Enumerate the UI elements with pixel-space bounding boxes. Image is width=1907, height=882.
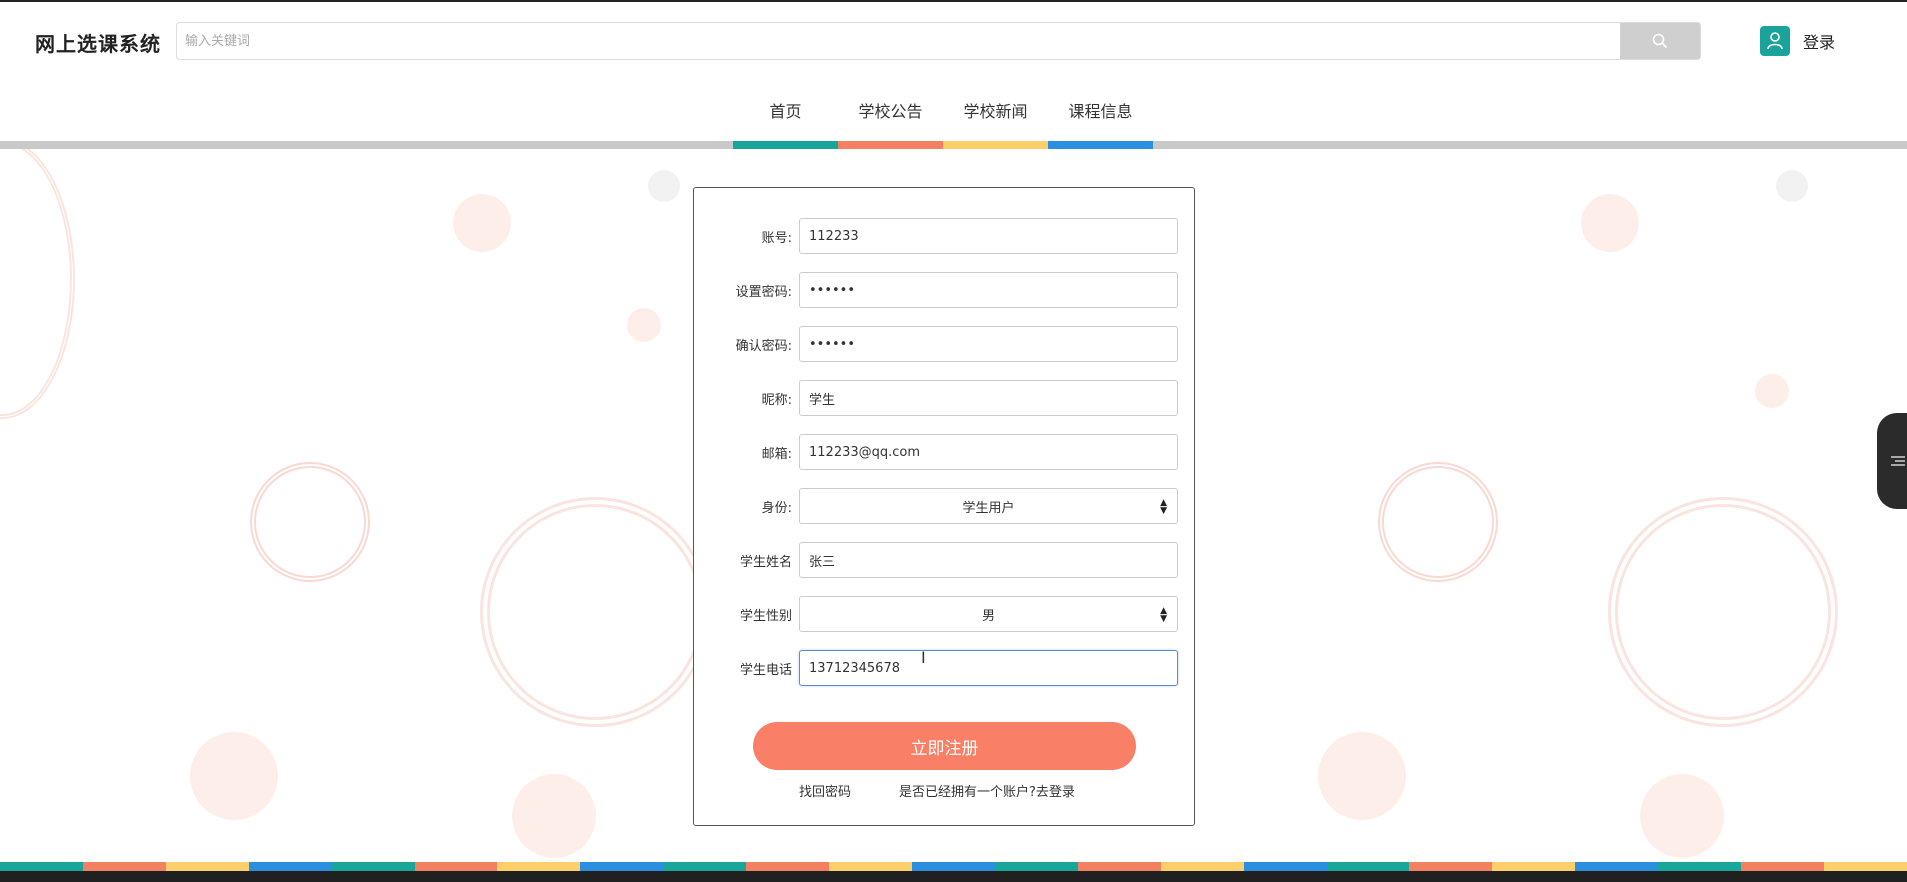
role-label: 身份: <box>761 501 792 516</box>
main-nav: 首页 学校公告 学校新闻 课程信息 <box>0 98 1907 142</box>
nav-underline-home <box>733 141 838 149</box>
decor-ring <box>0 149 75 419</box>
gender-select-value: 男 <box>981 608 995 624</box>
role-select[interactable]: 学生用户 ▲ ▼ <box>799 488 1178 524</box>
search-input[interactable] <box>177 23 1638 59</box>
select-arrows-icon: ▲ ▼ <box>1160 606 1167 624</box>
email-input[interactable] <box>799 434 1178 470</box>
decor-circle <box>627 308 661 342</box>
form-row-gender: 学生性别 男 ▲ ▼ <box>694 596 1194 632</box>
decor-circle <box>453 194 511 252</box>
confirm-password-input[interactable] <box>799 326 1178 362</box>
form-row-student-name: 学生姓名 <box>694 542 1194 578</box>
decor-circle <box>1581 194 1639 252</box>
phone-label: 学生电话 <box>739 663 792 678</box>
nav-announcements[interactable]: 学校公告 <box>838 98 943 122</box>
go-login-link[interactable]: 是否已经拥有一个账户?去登录 <box>899 781 1075 800</box>
list-icon <box>1891 456 1905 466</box>
nav-underline-announcements <box>838 141 943 149</box>
nickname-input[interactable] <box>799 380 1178 416</box>
login-link[interactable]: 登录 <box>1803 29 1835 53</box>
decor-circle <box>190 732 278 820</box>
password-input[interactable] <box>799 272 1178 308</box>
password-label: 设置密码: <box>735 285 792 300</box>
gender-select[interactable]: 男 ▲ ▼ <box>799 596 1178 632</box>
confirm-password-label: 确认密码: <box>735 339 792 354</box>
nickname-label: 昵称: <box>761 393 792 408</box>
register-button[interactable]: 立即注册 <box>753 722 1136 770</box>
header: 网上选课系统 登录 首页 学校公告 学校新闻 课程信息 <box>0 2 1907 142</box>
form-row-confirm-password: 确认密码: <box>694 326 1194 362</box>
student-name-input[interactable] <box>799 542 1178 578</box>
form-row-email: 邮箱: <box>694 434 1194 470</box>
forgot-password-link[interactable]: 找回密码 <box>799 781 851 800</box>
phone-input[interactable] <box>799 650 1178 686</box>
footer-bar <box>0 871 1907 882</box>
decor-circle <box>1640 774 1724 858</box>
decor-circle <box>512 774 596 858</box>
form-row-nickname: 昵称: <box>694 380 1194 416</box>
select-arrows-icon: ▲ ▼ <box>1160 498 1167 516</box>
nav-courses[interactable]: 课程信息 <box>1048 98 1153 122</box>
gender-label: 学生性别 <box>739 609 792 624</box>
register-form: 账号: 设置密码: 确认密码: 昵称: 邮箱: 身份: 学生用户 ▲▼ 学生姓名… <box>693 187 1195 826</box>
text-cursor-icon: I <box>921 648 926 667</box>
decor-ring <box>1378 462 1498 582</box>
user-icon[interactable] <box>1760 26 1790 56</box>
form-row-role: 身份: 学生用户 ▲ ▼ <box>694 488 1194 524</box>
nav-underline-courses <box>1048 141 1153 149</box>
search-button[interactable] <box>1620 23 1700 59</box>
decor-circle <box>1318 732 1406 820</box>
search-icon <box>1652 33 1668 49</box>
account-label: 账号: <box>761 231 792 246</box>
search-box <box>176 22 1701 60</box>
side-drawer-tab[interactable] <box>1877 413 1907 509</box>
form-row-phone: 学生电话 <box>694 650 1194 686</box>
form-row-account: 账号: <box>694 218 1194 254</box>
decor-ring <box>1608 497 1838 727</box>
email-label: 邮箱: <box>761 447 792 462</box>
footer-stripe <box>0 862 1907 871</box>
decor-ring <box>480 497 710 727</box>
account-input[interactable] <box>799 218 1178 254</box>
form-row-password: 设置密码: <box>694 272 1194 308</box>
nav-underline-news <box>943 141 1048 149</box>
decor-circle <box>648 170 680 202</box>
site-title: 网上选课系统 <box>35 32 161 56</box>
decor-ring <box>250 462 370 582</box>
decor-circle <box>1755 374 1789 408</box>
student-name-label: 学生姓名 <box>739 555 792 570</box>
nav-home[interactable]: 首页 <box>733 98 838 122</box>
decor-circle <box>1776 170 1808 202</box>
role-select-value: 学生用户 <box>962 500 1015 516</box>
nav-news[interactable]: 学校新闻 <box>943 98 1048 122</box>
